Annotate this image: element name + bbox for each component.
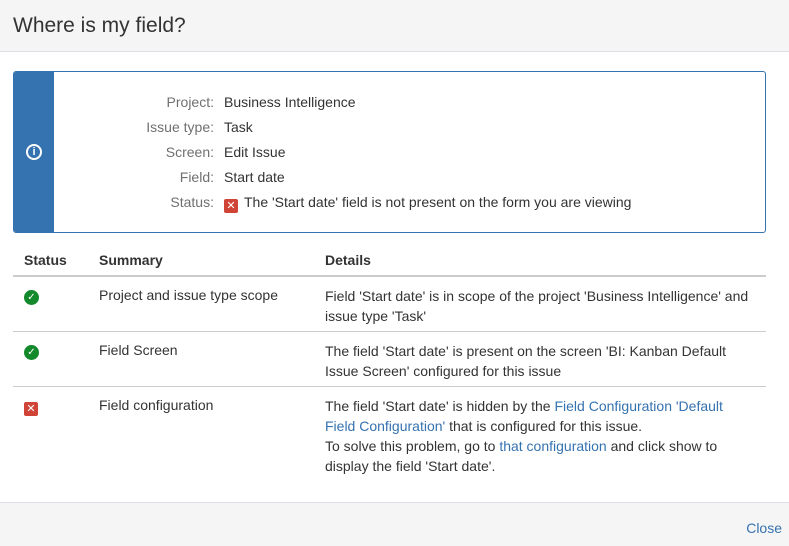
table-row: ✓ Field Screen The field 'Start date' is… xyxy=(13,332,766,387)
status-value: The 'Start date' field is not present on… xyxy=(244,194,632,210)
check-circle-icon: ✓ xyxy=(24,345,39,360)
details-cell: Field 'Start date' is in scope of the pr… xyxy=(325,286,755,326)
status-cell: ✓ xyxy=(24,287,39,305)
details-cell: The field 'Start date' is hidden by the … xyxy=(325,396,755,476)
issue-type-value: Task xyxy=(224,119,253,135)
status-cell: ✓ xyxy=(24,342,39,360)
table-header: Status Summary Details xyxy=(13,245,766,277)
details-line: Field 'Start date' is in scope of the pr… xyxy=(325,288,749,304)
check-circle-icon: ✓ xyxy=(24,290,39,305)
dialog-title: Where is my field? xyxy=(13,14,186,37)
table-row: ✕ Field configuration The field 'Start d… xyxy=(13,387,766,487)
details-text: that is configured for this issue. xyxy=(445,418,643,434)
details-line: Issue Screen' configured for this issue xyxy=(325,363,562,379)
error-x-icon: ✕ xyxy=(24,402,38,416)
details-line: The field 'Start date' is present on the… xyxy=(325,343,727,359)
status-value-wrap: ✕ The 'Start date' field is not present o… xyxy=(224,190,631,215)
table-row: ✓ Project and issue type scope Field 'St… xyxy=(13,277,766,332)
dialog-footer: Close xyxy=(0,502,789,546)
status-cell: ✕ xyxy=(24,397,44,416)
issue-type-row: Issue type: Task xyxy=(54,115,754,140)
project-row: Project: Business Intelligence xyxy=(54,90,754,115)
details-column-header: Details xyxy=(325,252,371,268)
info-circle-icon: i xyxy=(26,144,42,160)
error-x-icon: ✕ xyxy=(224,199,238,213)
field-info-list: Project: Business Intelligence Issue typ… xyxy=(54,90,754,215)
summary-cell: Project and issue type scope xyxy=(99,287,278,303)
status-row: Status: ✕ The 'Start date' field is not p… xyxy=(54,190,754,215)
project-label: Project: xyxy=(166,94,214,110)
that-configuration-link[interactable]: that configuration xyxy=(499,438,606,454)
info-message: i Project: Business Intelligence Issue t… xyxy=(13,71,766,233)
field-label: Field: xyxy=(179,169,214,185)
details-cell: The field 'Start date' is present on the… xyxy=(325,341,755,381)
field-value: Start date xyxy=(224,169,285,185)
screen-label: Screen: xyxy=(165,144,214,160)
checks-table: Status Summary Details ✓ Project and iss… xyxy=(13,245,766,487)
screen-row: Screen: Edit Issue xyxy=(54,140,754,165)
issue-type-label: Issue type: xyxy=(146,119,214,135)
close-button[interactable]: Close xyxy=(746,520,782,536)
field-row: Field: Start date xyxy=(54,165,754,190)
summary-column-header: Summary xyxy=(99,252,163,268)
dialog-header: Where is my field? xyxy=(0,0,789,52)
project-value: Business Intelligence xyxy=(224,94,356,110)
info-bar: i xyxy=(14,72,54,232)
details-text: To solve this problem, go to xyxy=(325,438,500,454)
dialog: Where is my field? i Project: Business I… xyxy=(0,0,789,546)
summary-cell: Field Screen xyxy=(99,342,178,358)
details-line: issue type 'Task' xyxy=(325,308,427,324)
status-column-header: Status xyxy=(24,252,67,268)
dialog-content: i Project: Business Intelligence Issue t… xyxy=(0,53,789,502)
summary-cell: Field configuration xyxy=(99,397,214,413)
status-label: Status: xyxy=(170,194,214,210)
details-text: The field 'Start date' is hidden by the xyxy=(325,398,555,414)
screen-value: Edit Issue xyxy=(224,144,286,160)
